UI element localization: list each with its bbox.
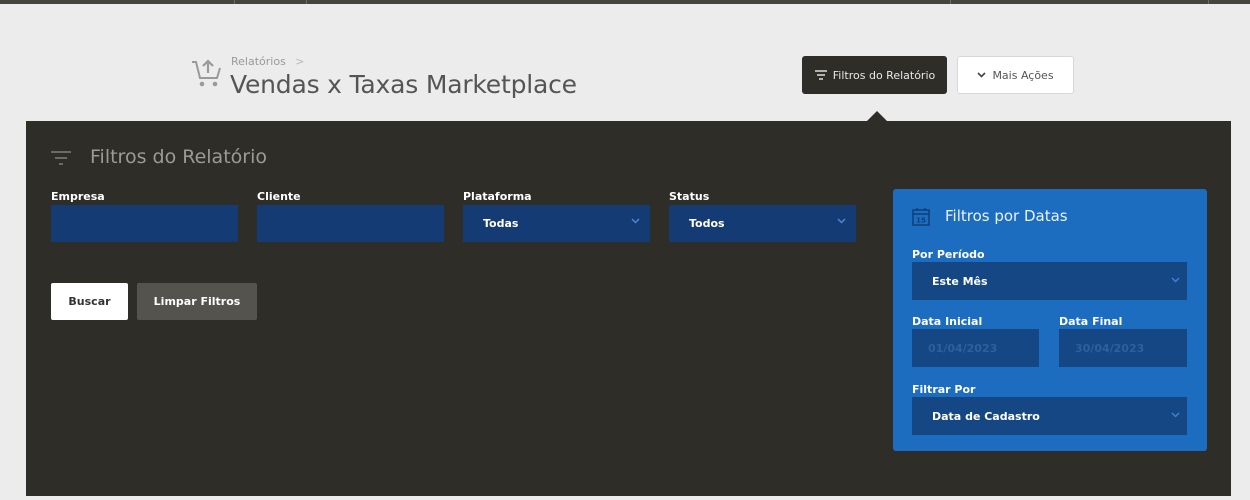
filtrar-por-select[interactable]: Data de Cadastro xyxy=(912,397,1187,435)
data-final-value: 30/04/2023 xyxy=(1075,342,1145,355)
top-bar-divider xyxy=(234,0,235,4)
buscar-button[interactable]: Buscar xyxy=(51,283,128,320)
cliente-label: Cliente xyxy=(257,190,301,203)
filter-icon xyxy=(814,70,827,80)
chevron-down-icon xyxy=(837,218,846,224)
plataforma-label: Plataforma xyxy=(463,190,532,203)
status-select[interactable]: Todos xyxy=(669,205,856,242)
top-bar xyxy=(0,0,1250,4)
chevron-down-icon xyxy=(1171,412,1180,418)
top-bar-divider xyxy=(950,0,951,4)
filtrar-por-label: Filtrar Por xyxy=(912,383,976,396)
page-title: Vendas x Taxas Marketplace xyxy=(230,70,577,99)
breadcrumb: Relatórios > xyxy=(231,55,305,68)
chevron-down-icon xyxy=(977,72,987,78)
data-inicial-label: Data Inicial xyxy=(912,315,983,328)
status-label: Status xyxy=(669,190,710,203)
data-final-label: Data Final xyxy=(1059,315,1123,328)
limpar-filtros-button[interactable]: Limpar Filtros xyxy=(137,283,257,320)
filtrar-por-value: Data de Cadastro xyxy=(932,410,1040,423)
mais-acoes-label: Mais Ações xyxy=(992,68,1054,82)
periodo-select[interactable]: Este Mês xyxy=(912,262,1187,300)
breadcrumb-separator: > xyxy=(295,55,305,68)
popover-caret xyxy=(867,111,887,121)
chevron-down-icon xyxy=(631,218,640,224)
date-filter-title: Filtros por Datas xyxy=(945,207,1068,225)
breadcrumb-link-relatorios[interactable]: Relatórios xyxy=(231,55,286,68)
periodo-label: Por Período xyxy=(912,248,985,261)
periodo-value: Este Mês xyxy=(932,275,988,288)
chevron-down-icon xyxy=(1171,277,1180,283)
data-inicial-input[interactable]: 01/04/2023 xyxy=(912,329,1039,367)
mais-acoes-button[interactable]: Mais Ações xyxy=(957,56,1074,94)
filtros-relatorio-label: Filtros do Relatório xyxy=(832,68,936,82)
data-final-input[interactable]: 30/04/2023 xyxy=(1059,329,1187,367)
cart-upload-icon xyxy=(192,59,221,87)
top-bar-divider xyxy=(306,0,307,4)
cliente-input[interactable] xyxy=(257,205,444,242)
data-inicial-value: 01/04/2023 xyxy=(928,342,998,355)
empresa-label: Empresa xyxy=(51,190,105,203)
panel-title: Filtros do Relatório xyxy=(90,146,267,168)
empresa-input[interactable] xyxy=(51,205,238,242)
plataforma-select[interactable]: Todas xyxy=(463,205,650,242)
filtros-relatorio-button[interactable]: Filtros do Relatório xyxy=(802,56,947,94)
top-bar-divider xyxy=(1208,0,1209,4)
plataforma-value: Todas xyxy=(483,217,519,230)
calendar-icon: 15 xyxy=(912,208,930,226)
status-value: Todos xyxy=(689,217,725,230)
svg-text:15: 15 xyxy=(916,217,926,225)
filter-icon xyxy=(51,151,71,165)
